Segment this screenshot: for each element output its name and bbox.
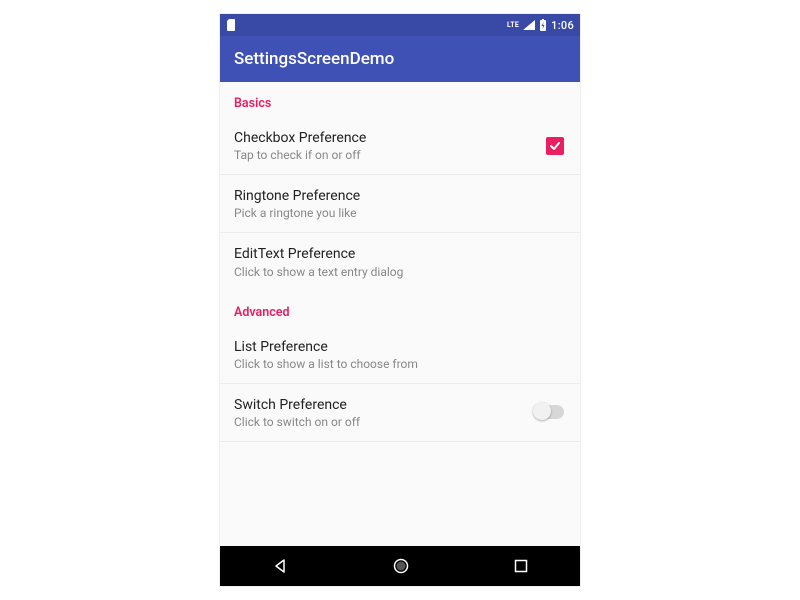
signal-icon xyxy=(523,20,535,30)
app-title: SettingsScreenDemo xyxy=(234,49,394,69)
pref-ringtone[interactable]: Ringtone Preference Pick a ringtone you … xyxy=(220,175,580,233)
pref-title: EditText Preference xyxy=(234,245,566,263)
pref-checkbox[interactable]: Checkbox Preference Tap to check if on o… xyxy=(220,117,580,175)
phone-frame: LTE 1:06 SettingsScreenDemo Basics Check… xyxy=(220,14,580,586)
recents-icon[interactable] xyxy=(514,559,528,573)
home-icon[interactable] xyxy=(392,557,410,575)
pref-summary: Click to switch on or off xyxy=(234,415,534,429)
pref-summary: Click to show a text entry dialog xyxy=(234,265,566,279)
category-advanced: Advanced xyxy=(220,291,580,326)
app-bar: SettingsScreenDemo xyxy=(220,36,580,82)
pref-summary: Pick a ringtone you like xyxy=(234,206,566,220)
status-bar: LTE 1:06 xyxy=(220,14,580,36)
pref-list[interactable]: List Preference Click to show a list to … xyxy=(220,326,580,384)
pref-title: Ringtone Preference xyxy=(234,187,566,205)
settings-list[interactable]: Basics Checkbox Preference Tap to check … xyxy=(220,82,580,546)
pref-summary: Tap to check if on or off xyxy=(234,148,546,162)
navigation-bar xyxy=(220,546,580,586)
pref-title: Switch Preference xyxy=(234,396,534,414)
battery-icon xyxy=(539,19,547,31)
sd-card-icon xyxy=(226,19,236,31)
back-icon[interactable] xyxy=(272,558,288,574)
pref-title: Checkbox Preference xyxy=(234,129,546,147)
lte-label: LTE xyxy=(507,21,519,29)
category-basics: Basics xyxy=(220,82,580,117)
checkbox-icon[interactable] xyxy=(546,137,564,155)
pref-switch[interactable]: Switch Preference Click to switch on or … xyxy=(220,384,580,442)
pref-title: List Preference xyxy=(234,338,566,356)
pref-edittext[interactable]: EditText Preference Click to show a text… xyxy=(220,233,580,290)
switch-toggle[interactable] xyxy=(534,405,564,419)
clock-label: 1:06 xyxy=(551,19,574,32)
pref-summary: Click to show a list to choose from xyxy=(234,357,566,371)
